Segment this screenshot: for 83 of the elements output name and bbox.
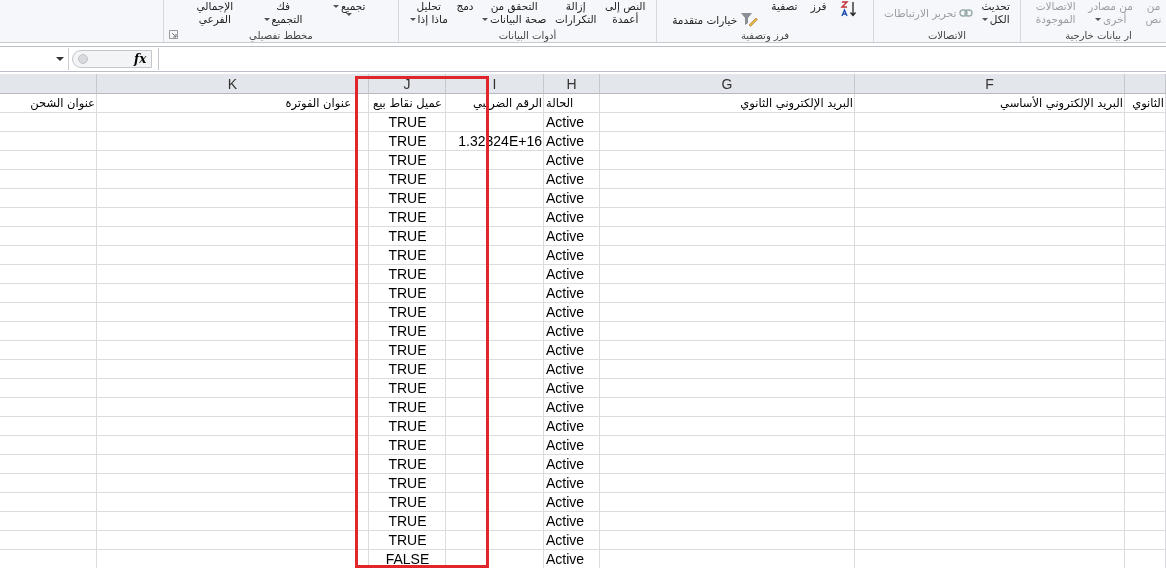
ribbon-button[interactable]: خيارات متقدمة [672,12,759,28]
column-header[interactable]: H [544,74,600,94]
group-label: ار بيانات خارجية [1065,29,1132,41]
table-cell: الحالة [546,95,574,110]
caret-icon[interactable] [56,57,64,61]
ribbon-button[interactable]: دمج [456,0,474,13]
table-cell: عنوان الشحن [30,95,95,110]
funnel-pencil-icon [740,12,759,28]
table-cell: TRUE [388,474,427,491]
ribbon-button[interactable]: الإجمالي الفرعي [196,0,234,26]
table-cell: Active [546,189,585,206]
table-cell: البريد الإلكتروني الأساسي [1000,95,1123,110]
ribbon-button[interactable]: فك التجميع [263,0,303,26]
function-button[interactable]: fx [134,52,150,66]
table-cell: TRUE [388,151,427,168]
table-cell: TRUE [388,303,427,320]
ribbon-button[interactable]: التحقق من صحة البيانات [482,0,547,26]
table-cell: TRUE [388,284,427,301]
sort-az-icon[interactable] [839,0,858,18]
ribbon-button[interactable]: تجميع [333,0,366,16]
table-cell: TRUE [388,132,427,149]
table-cell: Active [546,455,585,472]
table-cell: TRUE [388,360,427,377]
group-label: أدوات البيانات [498,29,557,41]
table-cell: Active [546,170,585,187]
table-cell: TRUE [388,322,427,339]
table-cell: Active [546,436,585,453]
ribbon-button[interactable]: إزالة التكرارات [554,0,597,26]
table-cell: Active [546,531,585,548]
table-cell: Active [546,322,585,339]
table-cell: Active [546,341,585,358]
table-cell: TRUE [388,398,427,415]
table-cell: الثانوي [1132,95,1164,110]
table-cell: FALSE [385,550,430,567]
table-cell: TRUE [388,265,427,282]
table-cell: Active [546,208,585,225]
table-cell: TRUE [388,246,427,263]
table-cell: Active [546,493,585,510]
table-cell: TRUE [388,170,427,187]
group-label: الاتصالات [927,29,967,41]
column-header[interactable]: K [97,74,369,94]
column-header[interactable]: F [855,74,1125,94]
table-cell: Active [546,284,585,301]
table-cell: Active [546,303,585,320]
table-cell: Active [546,398,585,415]
column-header[interactable]: G [600,74,855,94]
link-icon [959,9,974,17]
table-cell: Active [546,151,585,168]
table-cell: TRUE [388,227,427,244]
table-cell: Active [546,550,585,567]
table-cell: TRUE [388,417,427,434]
ribbon-button[interactable]: النص إلى أعمدة [605,0,646,26]
ribbon-button[interactable]: تصفية [771,0,798,13]
ribbon-button[interactable]: تحليل ماذا إذا [409,0,448,26]
table-cell: Active [546,417,585,434]
group-label: فرز وتصفية [741,29,789,41]
table-cell: TRUE [388,189,427,206]
table-cell: TRUE [388,455,427,472]
splitter-handle[interactable] [72,50,152,68]
table-cell: TRUE [388,512,427,529]
table-cell: TRUE [388,113,427,130]
ribbon-button[interactable]: فرز [810,0,827,13]
table-cell: TRUE [388,531,427,548]
table-cell: Active [546,246,585,263]
dialog-launcher-icon[interactable] [169,30,178,39]
group-label: مخطط تفصيلي [249,29,313,41]
table-cell: Active [546,132,585,149]
table-cell: عنوان الفوترة [285,95,351,110]
table-cell: Active [546,512,585,529]
table-cell: Active [546,265,585,282]
table-cell: TRUE [388,436,427,453]
table-cell: Active [546,360,585,377]
table-cell: TRUE [388,379,427,396]
table-cell: البريد الإلكتروني الثانوي [740,95,853,110]
table-cell: Active [546,113,585,130]
table-cell: عميل نقاط بيع [373,95,442,110]
table-cell: TRUE [388,341,427,358]
table-cell: Active [546,474,585,491]
table-cell: Active [546,227,585,244]
table-cell: TRUE [388,493,427,510]
table-cell: Active [546,379,585,396]
table-cell: TRUE [388,208,427,225]
ribbon-button[interactable]: تحديث الكل [981,0,1010,26]
